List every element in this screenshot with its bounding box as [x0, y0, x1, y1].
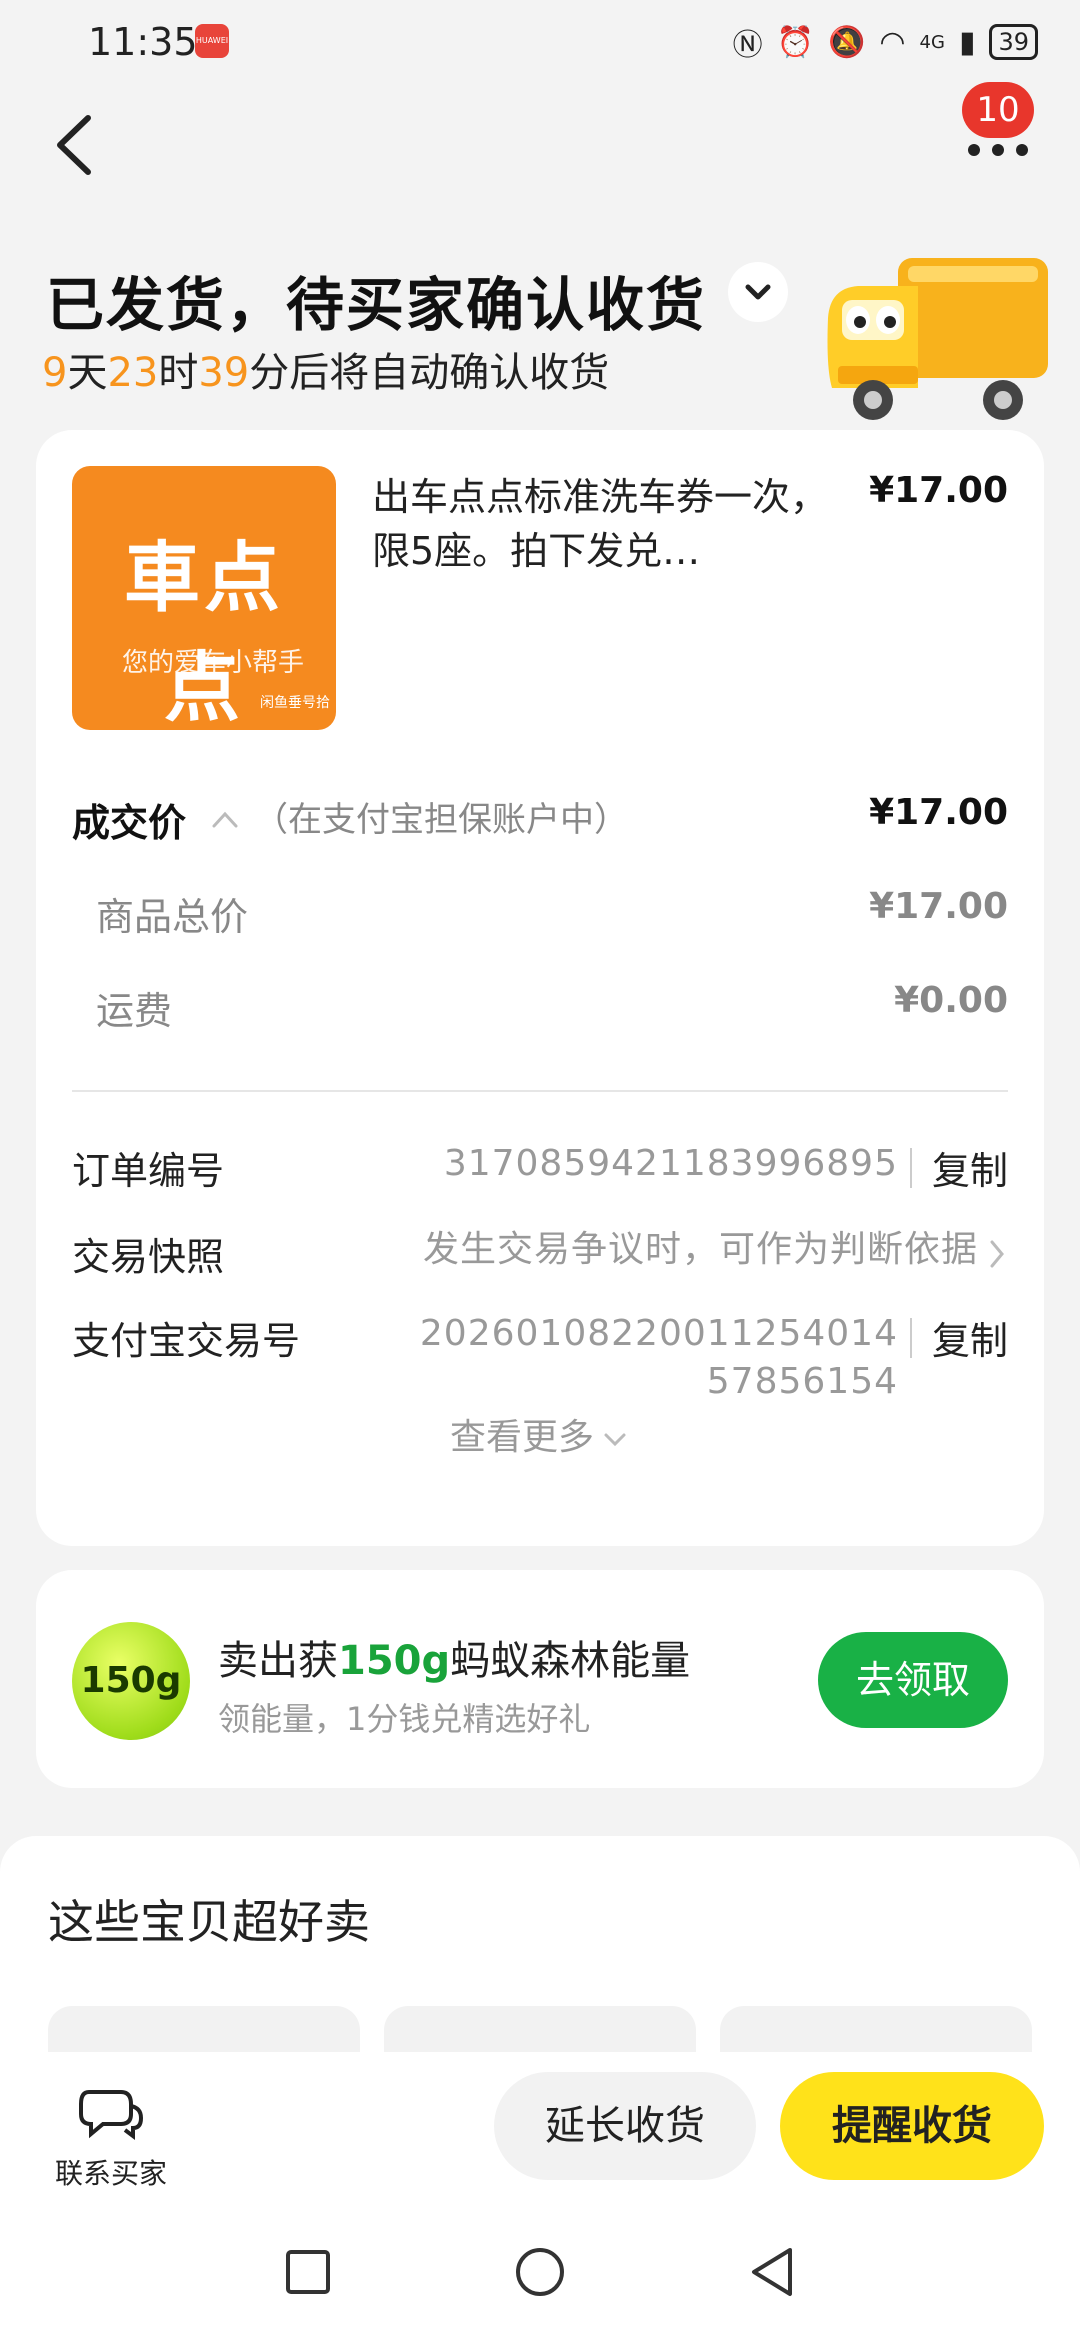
shipping-fee-label: 运费 [96, 989, 173, 1033]
divider [72, 1090, 1008, 1092]
shipping-fee-row: 运费 ¥0.00 [72, 980, 1008, 1040]
auto-confirm-countdown: 9天23时39分后将自动确认收货 [42, 350, 610, 396]
subtotal-value: ¥17.00 [869, 886, 1008, 927]
wifi-icon: ◠ [879, 24, 906, 60]
status-time: 11:35 [88, 20, 198, 64]
copy-order-number-button[interactable]: 复制 [932, 1140, 1008, 1195]
energy-subtitle: 领能量，1分钱兑精选好礼 [218, 1700, 591, 1738]
status-expand-button[interactable] [728, 262, 788, 322]
deal-price-label: 成交价 [72, 801, 187, 845]
home-icon[interactable] [512, 2244, 568, 2300]
remind-receipt-button[interactable]: 提醒收货 [780, 2072, 1044, 2180]
delivery-truck-illustration [818, 248, 1058, 438]
trade-snapshot-hint: 发生交易争议时，可作为判断依据 [422, 1229, 978, 1270]
subtotal-label: 商品总价 [96, 895, 249, 939]
energy-title: 卖出获150g蚂蚁森林能量 [218, 1638, 691, 1684]
order-number-row: 订单编号 3170859421183996895 复制 [72, 1140, 1008, 1196]
message-count-badge: 10 [962, 82, 1034, 138]
energy-ball-icon: 150g [72, 1622, 190, 1740]
trade-snapshot-label: 交易快照 [72, 1235, 225, 1279]
battery-icon: 39 [989, 24, 1038, 60]
more-dots-icon [968, 144, 1028, 156]
deal-price-row[interactable]: 成交价 （在支付宝担保账户中） ¥17.00 [72, 792, 1008, 852]
product-price: ¥17.00 [869, 470, 1008, 511]
alipay-trade-number: 20260108220011254014 57856154 [419, 1313, 898, 1402]
recent-apps-icon[interactable] [280, 2244, 336, 2300]
claim-energy-button[interactable]: 去领取 [818, 1632, 1008, 1728]
separator [910, 1318, 912, 1358]
chevron-left-icon [57, 115, 91, 175]
separator [910, 1148, 912, 1188]
contact-buyer-label: 联系买家 [54, 2157, 167, 2190]
nfc-icon: Ⓝ [732, 28, 763, 63]
bottom-action-bar: 联系买家 延长收货 提醒收货 [0, 2052, 1080, 2202]
product-image[interactable]: 車点点 您的爱车小帮手 闲鱼垂号拾 [72, 466, 336, 730]
trade-snapshot-row[interactable]: 交易快照 发生交易争议时，可作为判断依据 [72, 1226, 1008, 1282]
order-detail-card: 車点点 您的爱车小帮手 闲鱼垂号拾 出车点点标准洗车券一次，限5座。拍下发兑… … [36, 430, 1044, 1546]
contact-buyer-button[interactable]: 联系买家 [46, 2084, 176, 2192]
order-number-label: 订单编号 [72, 1149, 225, 1193]
product-image-slogan: 您的爱车小帮手 [122, 648, 305, 678]
status-icons: Ⓝ ⏰ 🔕 ◠ 4G ▮ 39 [733, 20, 1038, 64]
recommendations-title: 这些宝贝超好卖 [48, 1895, 370, 1949]
product-image-watermark: 闲鱼垂号拾 [260, 695, 330, 711]
chevron-down-icon [745, 284, 771, 300]
status-bar: 11:35 HUAWEI Ⓝ ⏰ 🔕 ◠ 4G ▮ 39 [0, 0, 1080, 84]
system-navigation-bar [0, 2202, 1080, 2340]
notification-app-icon: HUAWEI [195, 24, 229, 58]
order-status-title: 已发货，待买家确认收货 [46, 271, 707, 339]
alipay-trade-row: 支付宝交易号 20260108220011254014 57856154 复制 [72, 1310, 1008, 1410]
copy-alipay-number-button[interactable]: 复制 [932, 1310, 1008, 1365]
see-more-button[interactable]: 查看更多 [36, 1408, 1044, 1460]
chevron-down-icon [604, 1433, 626, 1447]
back-button[interactable] [48, 110, 104, 180]
order-number-value: 3170859421183996895 [443, 1143, 898, 1184]
chat-bubble-icon [79, 2090, 144, 2140]
chevron-right-icon [990, 1240, 1004, 1268]
extend-receipt-button[interactable]: 延长收货 [494, 2072, 756, 2180]
shipping-fee-value: ¥0.00 [894, 980, 1008, 1021]
more-menu-button[interactable]: 10 [946, 82, 1046, 172]
ant-forest-energy-card: 150g 卖出获150g蚂蚁森林能量 领能量，1分钱兑精选好礼 去领取 [36, 1570, 1044, 1788]
recommendations-section: 这些宝贝超好卖 [0, 1836, 1080, 2066]
subtotal-row: 商品总价 ¥17.00 [72, 886, 1008, 946]
alarm-icon: ⏰ [776, 24, 814, 60]
network-type: 4G [919, 31, 945, 53]
back-nav-icon[interactable] [744, 2244, 800, 2300]
alipay-trade-label: 支付宝交易号 [72, 1319, 301, 1363]
deal-price-value: ¥17.00 [869, 792, 1008, 833]
escrow-note: （在支付宝担保账户中） [254, 800, 628, 840]
mute-icon: 🔕 [827, 24, 866, 60]
product-title[interactable]: 出车点点标准洗车券一次，限5座。拍下发兑… [372, 470, 832, 578]
chevron-up-icon [212, 811, 238, 828]
signal-icon: ▮ [958, 24, 976, 60]
